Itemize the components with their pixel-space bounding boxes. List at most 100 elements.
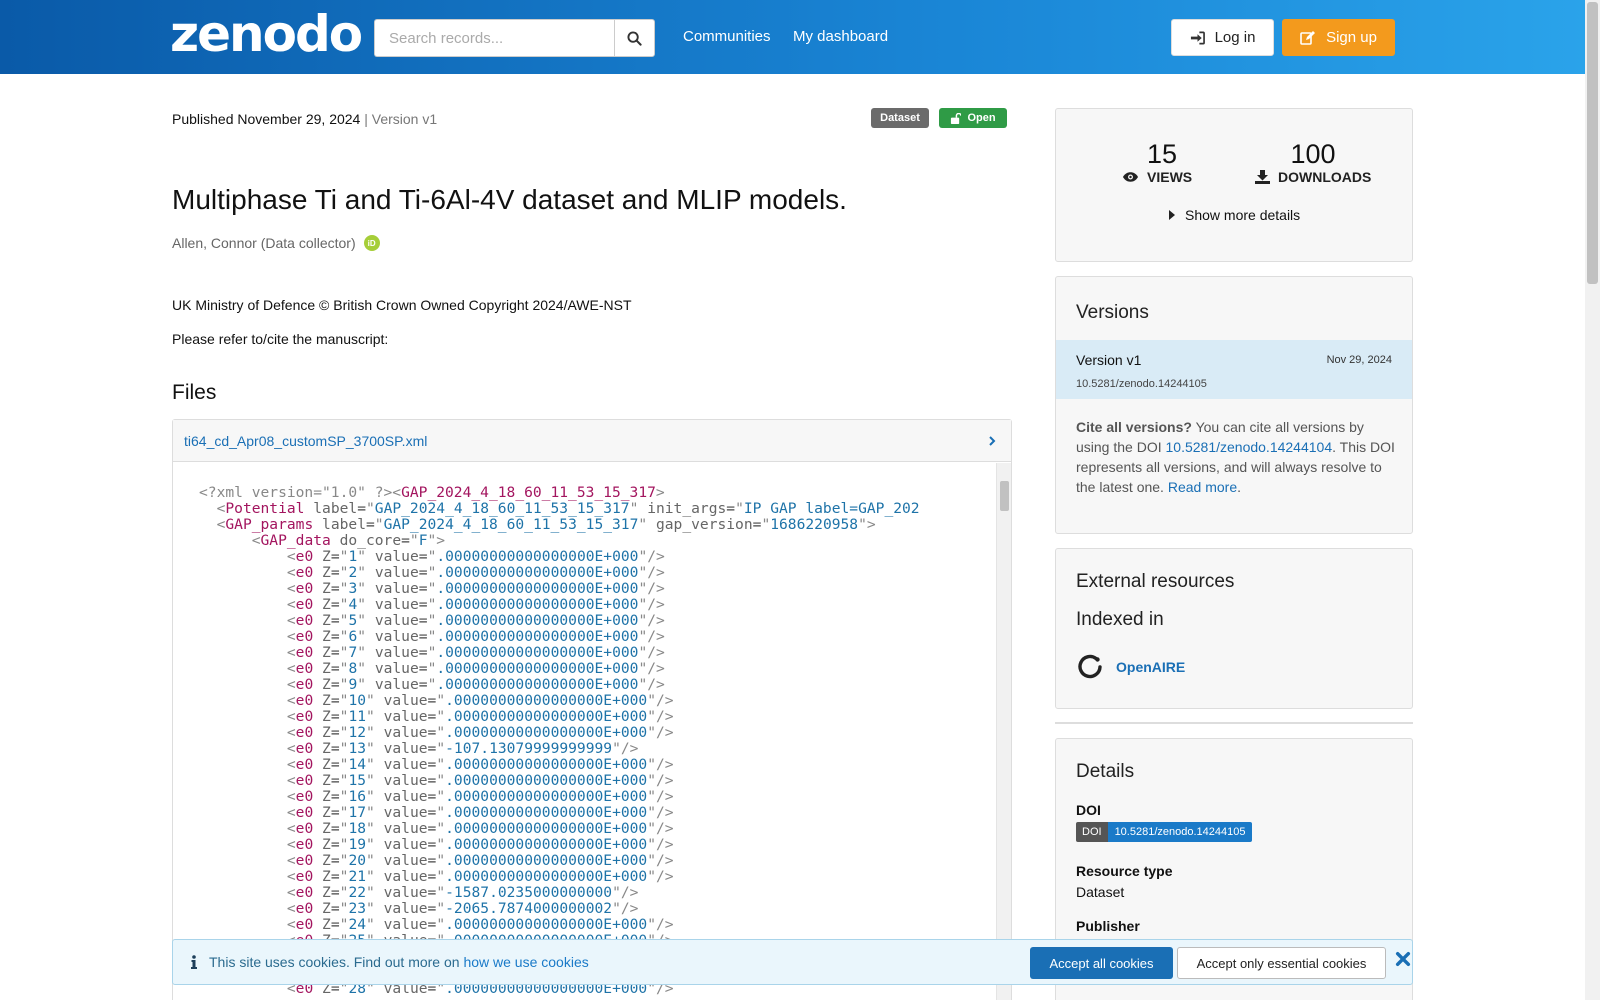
cookie-banner: This site uses cookies. Find out more on…	[172, 939, 1413, 985]
xml-e0-line: <e0 Z="18" value=".00000000000000000E+00…	[286, 820, 674, 837]
accept-essential-cookies-button[interactable]: Accept only essential cookies	[1177, 947, 1386, 979]
concept-doi-link[interactable]: 10.5281/zenodo.14244104	[1166, 439, 1333, 455]
xml-e0-line: <e0 Z="8" value=".00000000000000000E+000…	[286, 660, 665, 677]
cookie-policy-link[interactable]: how we use cookies	[463, 954, 588, 970]
xml-e0-line: <e0 Z="24" value=".00000000000000000E+00…	[286, 916, 674, 933]
xml-e0-lines: <e0 Z="1" value=".00000000000000000E+000…	[199, 549, 996, 997]
xml-gap-params-line: <GAP_params label="GAP_2024_4_18_60_11_5…	[216, 516, 876, 533]
close-icon[interactable]	[1395, 951, 1411, 967]
xml-e0-line: <e0 Z="9" value=".00000000000000000E+000…	[286, 676, 665, 693]
version-item-current[interactable]: Version v1 Nov 29, 2024 10.5281/zenodo.1…	[1056, 340, 1412, 399]
nav-my-dashboard[interactable]: My dashboard	[793, 28, 888, 45]
zenodo-logo[interactable]: zenodo	[170, 8, 363, 60]
xml-e0-line: <e0 Z="21" value=".00000000000000000E+00…	[286, 868, 674, 885]
top-header: zenodo Communities My dashboard Log in S…	[0, 0, 1585, 74]
search-icon	[627, 30, 642, 46]
record-title: Multiphase Ti and Ti-6Al-4V dataset and …	[172, 184, 847, 215]
page-scroll-thumb[interactable]	[1587, 2, 1598, 284]
files-heading: Files	[172, 381, 217, 404]
xml-e0-line: <e0 Z="13" value="-107.13079999999999"/>	[286, 740, 639, 757]
eye-icon	[1122, 172, 1139, 182]
read-more-link[interactable]: Read more	[1168, 479, 1237, 495]
xml-e0-line: <e0 Z="16" value=".00000000000000000E+00…	[286, 788, 674, 805]
cookie-message: This site uses cookies. Find out more on…	[191, 954, 589, 970]
search-bar	[374, 19, 655, 57]
xml-e0-line: <e0 Z="14" value=".00000000000000000E+00…	[286, 756, 674, 773]
xml-e0-line: <e0 Z="11" value=".00000000000000000E+00…	[286, 708, 674, 725]
openaire-logo-icon	[1078, 654, 1102, 679]
downloads-label: DOWNLOADS	[1255, 169, 1371, 185]
xml-e0-line: <e0 Z="1" value=".00000000000000000E+000…	[286, 548, 665, 565]
xml-potential-line: <Potential label="GAP_2024_4_18_60_11_53…	[216, 500, 920, 517]
chevron-right-icon[interactable]	[987, 435, 997, 447]
external-resources-heading: External resources	[1076, 571, 1235, 592]
xml-e0-line: <e0 Z="5" value=".00000000000000000E+000…	[286, 612, 665, 629]
nav-communities[interactable]: Communities	[683, 28, 771, 45]
file-name[interactable]: ti64_cd_Apr08_customSP_3700SP.xml	[184, 433, 427, 449]
signup-button[interactable]: Sign up	[1282, 19, 1395, 56]
access-badge: Open	[939, 108, 1007, 128]
file-preview-scrollbar[interactable]	[996, 463, 1011, 1000]
version-date: Nov 29, 2024	[1326, 354, 1392, 366]
file-preview-scroll-thumb[interactable]	[1000, 481, 1009, 511]
downloads-count: 100	[1290, 139, 1336, 169]
xml-e0-line: <e0 Z="10" value=".00000000000000000E+00…	[286, 692, 674, 709]
unlock-icon	[951, 112, 962, 124]
xml-e0-line: <e0 Z="3" value=".00000000000000000E+000…	[286, 580, 665, 597]
xml-e0-line: <e0 Z="23" value="-2065.7874000000002"/>	[286, 900, 639, 917]
accept-all-cookies-button[interactable]: Accept all cookies	[1030, 947, 1173, 979]
xml-gap-data-line: <GAP_data do_core="F">	[251, 532, 446, 549]
file-preview-panel: ti64_cd_Apr08_customSP_3700SP.xml <?xml …	[172, 419, 1012, 1000]
description-cite: Please refer to/cite the manuscript:	[172, 331, 389, 347]
signup-label: Sign up	[1326, 29, 1377, 46]
description-copyright: UK Ministry of Defence © British Crown O…	[172, 297, 632, 313]
download-icon	[1255, 170, 1270, 184]
publication-info: Published November 29, 2024 | Version v1	[172, 111, 438, 127]
search-button[interactable]	[614, 19, 655, 57]
orcid-icon[interactable]: iD	[363, 235, 380, 251]
caret-right-icon	[1169, 210, 1175, 220]
xml-e0-line: <e0 Z="22" value="-1587.0235000000000"/>	[286, 884, 639, 901]
xml-e0-line: <e0 Z="17" value=".00000000000000000E+00…	[286, 804, 674, 821]
creator: Allen, Connor (Data collector) iD	[172, 235, 380, 251]
xml-e0-line: <e0 Z="6" value=".00000000000000000E+000…	[286, 628, 665, 645]
versions-card: Versions Version v1 Nov 29, 2024 10.5281…	[1055, 276, 1413, 534]
edit-icon	[1300, 31, 1316, 45]
xml-preview: <?xml version="1.0" ?><GAP_2024_4_18_60_…	[173, 463, 996, 1000]
login-label: Log in	[1214, 29, 1256, 46]
views-count: 15	[1146, 139, 1178, 169]
info-icon	[191, 955, 197, 969]
xml-e0-line: <e0 Z="2" value=".00000000000000000E+000…	[286, 564, 665, 581]
indexed-in-heading: Indexed in	[1076, 609, 1164, 630]
details-heading: Details	[1076, 761, 1135, 782]
versions-heading: Versions	[1076, 302, 1149, 323]
cite-all-versions-text: Cite all versions? You can cite all vers…	[1076, 419, 1395, 495]
external-resources-card: External resources Indexed in OpenAIRE	[1055, 548, 1413, 709]
stats-card: 15 VIEWS 100 DOWNLOADS Show more details	[1055, 108, 1413, 262]
xml-e0-line: <e0 Z="12" value=".00000000000000000E+00…	[286, 724, 674, 741]
login-button[interactable]: Log in	[1171, 19, 1274, 56]
xml-declaration-line: <?xml version="1.0" ?><GAP_2024_4_18_60_…	[199, 484, 665, 501]
show-more-details-toggle[interactable]: Show more details	[1169, 207, 1300, 223]
xml-e0-line: <e0 Z="19" value=".00000000000000000E+00…	[286, 836, 674, 853]
file-preview-header[interactable]: ti64_cd_Apr08_customSP_3700SP.xml	[173, 420, 1011, 462]
openaire-link[interactable]: OpenAIRE	[1076, 653, 1185, 681]
access-label: Open	[967, 112, 996, 124]
xml-e0-line: <e0 Z="20" value=".00000000000000000E+00…	[286, 852, 674, 869]
page-scrollbar[interactable]	[1585, 0, 1600, 1000]
resource-type-label: Resource type	[1076, 863, 1173, 879]
resource-type-badge: Dataset	[871, 108, 929, 128]
published-date: Published November 29, 2024	[172, 111, 361, 127]
creator-name[interactable]: Allen, Connor (Data collector)	[172, 235, 356, 251]
sign-in-icon	[1190, 31, 1205, 44]
xml-e0-line: <e0 Z="7" value=".00000000000000000E+000…	[286, 644, 665, 661]
doi-label: DOI	[1076, 802, 1101, 818]
version-label[interactable]: Version v1	[1076, 352, 1141, 368]
publisher-label: Publisher	[1076, 918, 1140, 934]
views-label: VIEWS	[1122, 169, 1192, 185]
search-input[interactable]	[374, 19, 614, 57]
record-version: Version v1	[371, 111, 438, 127]
resource-type-value: Dataset	[1076, 884, 1125, 900]
doi-badge[interactable]: DOI 10.5281/zenodo.14244105	[1076, 822, 1253, 842]
xml-e0-line: <e0 Z="15" value=".00000000000000000E+00…	[286, 772, 674, 789]
